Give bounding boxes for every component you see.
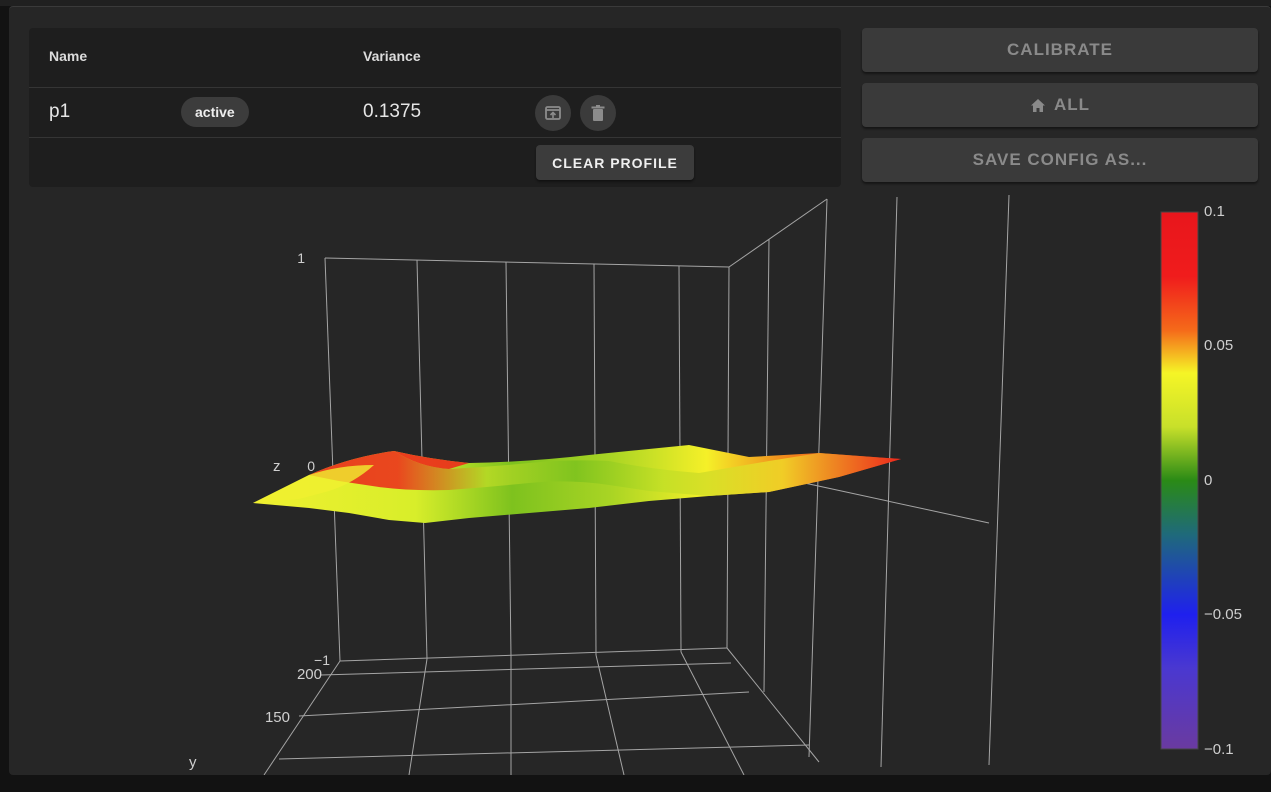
save-config-button[interactable]: SAVE CONFIG AS... — [862, 138, 1258, 182]
profile-variance: 0.1375 — [363, 101, 422, 122]
load-profile-button[interactable] — [535, 95, 571, 131]
mesh-3d-svg[interactable]: 1 0 −1 z 200 150 y 0.1 0.05 0 −0.05 −0.1 — [9, 187, 1271, 775]
profile-name: p1 — [49, 101, 71, 122]
trash-icon — [591, 105, 605, 121]
colorbar-tick: 0.1 — [1204, 203, 1225, 220]
z-tick-mid: 0 — [307, 458, 315, 474]
colorbar-tick: 0 — [1204, 472, 1212, 489]
colorbar: 0.1 0.05 0 −0.05 −0.1 — [1160, 203, 1242, 758]
bed-mesh-panel: Name Variance p1 active 0.1375 CLEAR PRO… — [9, 6, 1271, 775]
colorbar-gradient — [1160, 211, 1199, 750]
z-tick-top: 1 — [297, 250, 305, 266]
column-header-name: Name — [49, 48, 88, 64]
colorbar-tick: 0.05 — [1204, 337, 1233, 354]
profiles-table: Name Variance p1 active 0.1375 CLEAR PRO… — [29, 28, 841, 187]
calibrate-label: CALIBRATE — [1007, 40, 1113, 59]
calibrate-button[interactable]: CALIBRATE — [862, 28, 1258, 72]
y-tick-150: 150 — [265, 709, 290, 726]
save-config-label: SAVE CONFIG AS... — [972, 150, 1148, 169]
mesh-3d-plot[interactable]: 1 0 −1 z 200 150 y 0.1 0.05 0 −0.05 −0.1 — [9, 187, 1271, 775]
z-axis-label: z — [273, 458, 281, 475]
load-profile-icon — [545, 106, 561, 120]
colorbar-tick: −0.05 — [1204, 606, 1242, 623]
mesh-surface — [253, 445, 901, 523]
delete-profile-button[interactable] — [580, 95, 616, 131]
y-tick-200: 200 — [297, 666, 322, 683]
column-header-variance: Variance — [363, 48, 421, 64]
status-badge: active — [181, 97, 249, 127]
home-all-button[interactable]: ALL — [862, 83, 1258, 127]
colorbar-tick: −0.1 — [1204, 741, 1234, 758]
y-axis-label: y — [189, 754, 197, 771]
header-divider — [29, 87, 841, 88]
row-divider — [29, 137, 841, 138]
clear-profile-button[interactable]: CLEAR PROFILE — [536, 145, 694, 180]
home-all-label: ALL — [1053, 95, 1091, 114]
home-icon — [1030, 98, 1045, 112]
